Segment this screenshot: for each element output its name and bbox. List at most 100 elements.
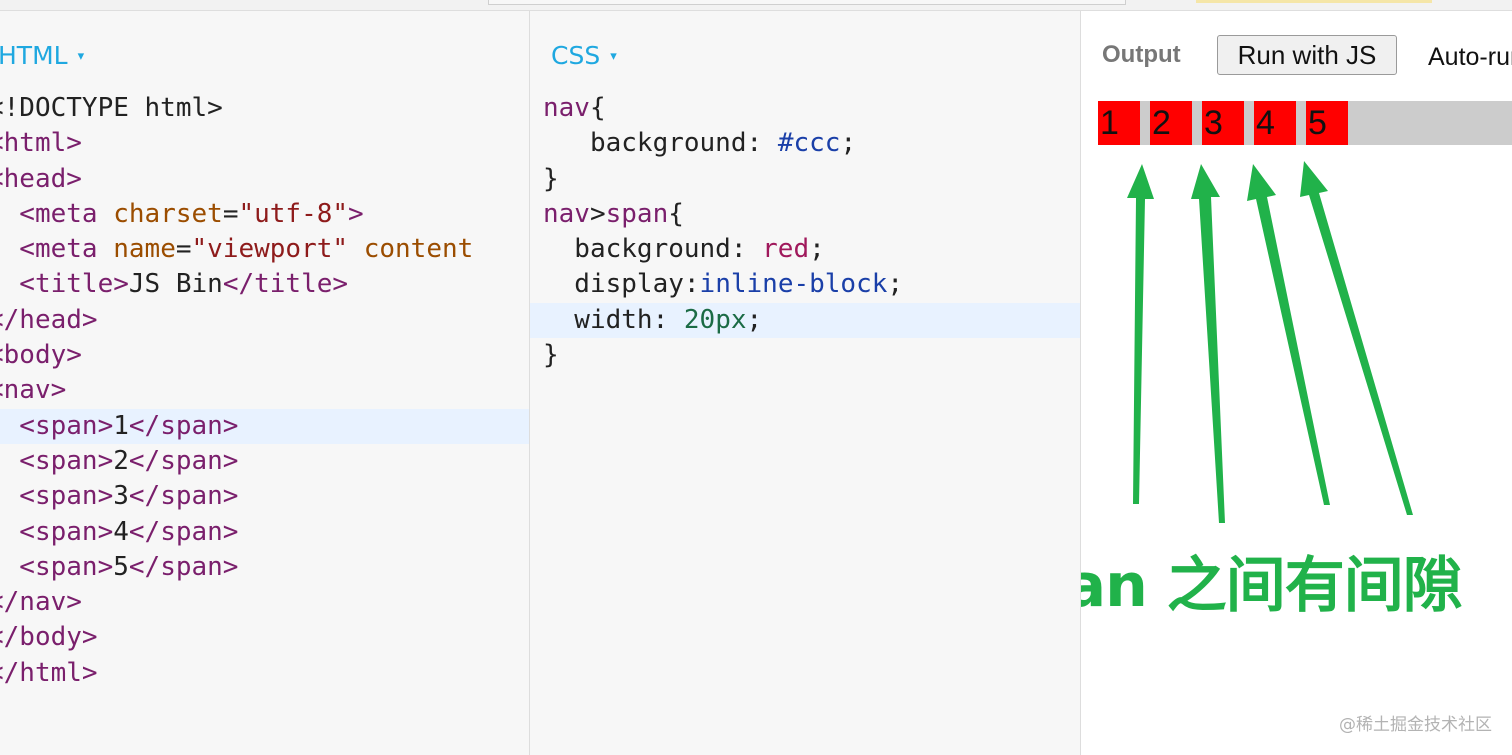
- html-code-line[interactable]: <head>: [0, 162, 529, 197]
- html-code-token: 3: [113, 481, 129, 512]
- html-code-token: <head>: [0, 163, 82, 194]
- css-code-token: ;: [887, 269, 904, 300]
- html-code-token: </head>: [0, 304, 98, 335]
- html-code-token: "viewport": [191, 234, 349, 265]
- html-code-token: <title>: [0, 269, 129, 300]
- html-code-line[interactable]: <html>: [0, 126, 529, 161]
- html-code-token: "utf-8": [238, 198, 349, 229]
- css-code-token: nav: [543, 198, 590, 229]
- html-code-token: <span>: [0, 445, 114, 476]
- browser-top-strip: [0, 0, 1512, 11]
- html-code-line[interactable]: <span>3</span>: [0, 479, 529, 514]
- css-code-line[interactable]: }: [530, 338, 1080, 373]
- html-code-line[interactable]: <body>: [0, 338, 529, 373]
- html-code-line[interactable]: <meta charset="utf-8">: [0, 197, 529, 232]
- annotation-arrows: [1127, 161, 1413, 523]
- css-code-token: }: [543, 163, 559, 194]
- css-code-token: 20px: [683, 304, 747, 335]
- html-code-token: =: [222, 198, 239, 229]
- html-code-token: </nav>: [0, 587, 82, 618]
- arrow-to-gap-2: [1191, 164, 1225, 523]
- annotation-text: span 之间有间隙: [1081, 551, 1463, 621]
- css-code-line[interactable]: display:inline-block;: [530, 267, 1080, 302]
- css-code-token: {: [589, 93, 606, 123]
- css-code-token: span: [605, 198, 669, 229]
- html-code-token: <body>: [0, 340, 82, 371]
- html-code-line[interactable]: <meta name="viewport" content: [0, 232, 529, 267]
- css-code-token: nav: [543, 93, 590, 123]
- html-code-token: </title>: [222, 269, 349, 300]
- html-code-token: </span>: [128, 481, 239, 512]
- html-code-token: </span>: [128, 516, 239, 547]
- html-code-line[interactable]: </head>: [0, 303, 529, 338]
- html-code-token: 1: [113, 410, 129, 441]
- html-code-token: charset: [113, 198, 223, 229]
- html-code-editor[interactable]: <!DOCTYPE html> <html> <head> <meta charse…: [0, 91, 529, 691]
- css-code-token: background: [543, 234, 731, 265]
- html-code-token: 4: [113, 516, 129, 547]
- html-code-token: name: [113, 234, 176, 265]
- watermark: @稀土掘金技术社区: [1339, 715, 1492, 735]
- css-code-token: >: [589, 198, 606, 229]
- css-code-token: ;: [746, 304, 763, 335]
- html-code-line[interactable]: <nav>: [0, 373, 529, 408]
- css-code-token: ;: [840, 128, 857, 159]
- css-code-line[interactable]: background: #ccc;: [530, 126, 1080, 161]
- html-code-token: <span>: [0, 481, 114, 512]
- html-code-token: </span>: [128, 551, 239, 582]
- css-panel-title[interactable]: CSS ▾: [551, 41, 617, 70]
- css-code-token: :: [746, 128, 778, 159]
- chevron-down-icon[interactable]: ▾: [610, 49, 617, 64]
- html-panel-title-label: HTML: [0, 41, 68, 70]
- html-code-line[interactable]: <span>1</span>: [0, 408, 529, 444]
- css-code-line[interactable]: nav>span{: [530, 197, 1080, 232]
- css-code-token: ;: [809, 234, 825, 265]
- html-code-token: JS Bin: [128, 269, 223, 300]
- css-code-line[interactable]: }: [530, 162, 1080, 197]
- html-code-token: =: [175, 234, 192, 265]
- html-code-line[interactable]: <span>4</span>: [0, 515, 529, 550]
- css-code-token: inline-block: [699, 269, 888, 300]
- css-code-token: :: [683, 269, 700, 300]
- html-code-line[interactable]: </body>: [0, 620, 529, 655]
- html-code-token: </body>: [0, 622, 98, 653]
- chevron-down-icon[interactable]: ▾: [78, 49, 85, 64]
- html-code-token: >: [348, 198, 364, 229]
- css-code-line[interactable]: nav{: [530, 91, 1080, 126]
- html-code-line[interactable]: <span>2</span>: [0, 444, 529, 479]
- html-code-token: </html>: [0, 657, 98, 688]
- html-code-token: <meta: [0, 198, 114, 229]
- html-code-line[interactable]: </nav>: [0, 585, 529, 620]
- html-code-token: <span>: [0, 410, 114, 441]
- css-code-token: background: [543, 128, 747, 159]
- html-code-token: content: [348, 234, 474, 265]
- html-code-line[interactable]: <span>5</span>: [0, 550, 529, 585]
- arrow-to-gap-1: [1127, 164, 1154, 504]
- html-code-token: <!DOCTYPE html>: [0, 93, 223, 123]
- html-code-token: </span>: [128, 445, 239, 476]
- html-code-line[interactable]: <!DOCTYPE html>: [0, 91, 529, 126]
- top-tabs-edge: [488, 0, 1126, 5]
- css-code-token: }: [543, 340, 559, 371]
- css-code-token: display: [543, 269, 684, 300]
- html-code-token: <html>: [0, 128, 82, 159]
- css-code-token: #ccc: [777, 128, 841, 159]
- top-banner-edge: [1196, 0, 1432, 3]
- html-editor-panel[interactable]: HTML ▾ <!DOCTYPE html> <html> <head> <meta …: [0, 11, 530, 755]
- html-panel-title[interactable]: HTML ▾: [0, 41, 84, 70]
- css-panel-title-label: CSS: [551, 41, 601, 70]
- html-code-token: </span>: [128, 410, 239, 441]
- html-code-token: <span>: [0, 551, 114, 582]
- css-code-token: :: [730, 234, 763, 265]
- css-code-line[interactable]: background: red;: [530, 232, 1080, 267]
- html-code-token: 5: [113, 551, 129, 582]
- html-code-line[interactable]: </html>: [0, 656, 529, 691]
- css-code-token: {: [668, 198, 684, 229]
- css-code-line[interactable]: width: 20px;: [530, 302, 1080, 339]
- html-code-token: <meta: [0, 234, 114, 265]
- css-code-token: :: [652, 304, 684, 335]
- css-editor-panel[interactable]: CSS ▾ nav{ background: #ccc;} nav>span{ ba…: [530, 11, 1081, 755]
- html-code-token: <span>: [0, 516, 114, 547]
- css-code-editor[interactable]: nav{ background: #ccc;} nav>span{ backgro…: [530, 91, 1080, 373]
- html-code-line[interactable]: <title>JS Bin</title>: [0, 267, 529, 302]
